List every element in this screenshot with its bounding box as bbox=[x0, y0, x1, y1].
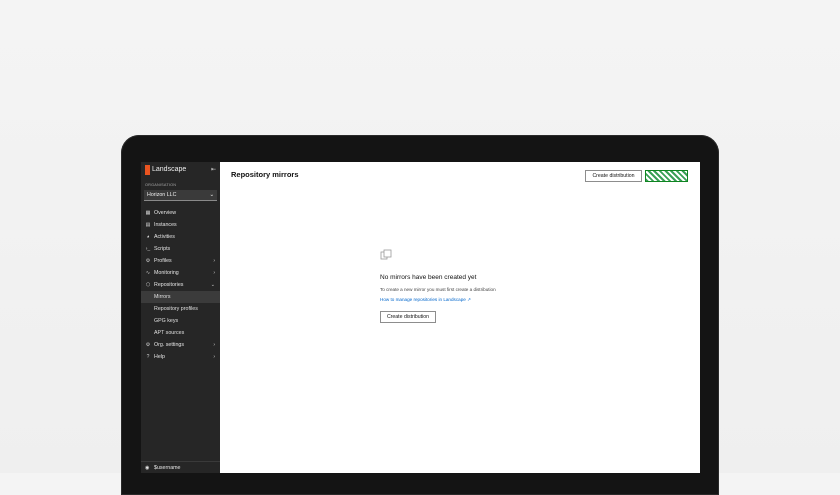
chevron-right-icon: › bbox=[213, 258, 215, 264]
sidebar-item-label: Monitoring bbox=[154, 270, 179, 276]
sidebar-item-label: Profiles bbox=[154, 258, 172, 264]
sidebar: Landscape ⇤ ORGANISATION Horizon LLC ⌄ ▦… bbox=[141, 162, 220, 473]
sidebar-item-label: Repositories bbox=[154, 282, 184, 288]
username: $username bbox=[154, 464, 181, 471]
help-icon: ? bbox=[146, 354, 150, 360]
chevron-down-icon: ⌄ bbox=[210, 282, 215, 288]
sidebar-item-overview[interactable]: ▦ Overview bbox=[141, 207, 220, 219]
main-content: Repository mirrors Create distribution N… bbox=[220, 162, 700, 473]
chevron-right-icon: › bbox=[213, 270, 215, 276]
sidebar-item-profiles[interactable]: ⚙ Profiles › bbox=[141, 255, 220, 267]
sidebar-item-mirrors[interactable]: Mirrors bbox=[141, 291, 220, 303]
create-distribution-button[interactable]: Create distribution bbox=[585, 170, 642, 182]
sidebar-item-label: Help bbox=[154, 354, 165, 360]
sidebar-item-scripts[interactable]: ›_ Scripts bbox=[141, 243, 220, 255]
landscape-logo-icon bbox=[145, 164, 150, 175]
activities-icon: ◕ bbox=[146, 234, 150, 240]
instances-icon: ▤ bbox=[145, 222, 151, 228]
scripts-icon: ›_ bbox=[145, 246, 151, 252]
external-link-icon: ↗ bbox=[467, 297, 471, 302]
sidebar-item-apt-sources[interactable]: APT sources bbox=[141, 327, 220, 339]
sidebar-item-label: Scripts bbox=[154, 246, 171, 252]
sidebar-item-label: Instances bbox=[154, 222, 177, 228]
sidebar-item-repositories[interactable]: ⬡ Repositories ⌄ bbox=[141, 279, 220, 291]
app-logo[interactable]: Landscape bbox=[141, 162, 220, 177]
empty-state: No mirrors have been created yet To crea… bbox=[380, 249, 640, 323]
cursor-highlight bbox=[645, 170, 688, 182]
page-title: Repository mirrors bbox=[231, 170, 299, 179]
sidebar-item-org-settings[interactable]: ⚙ Org. settings › bbox=[141, 339, 220, 351]
manage-repositories-link[interactable]: How to manage repositories in Landscape … bbox=[380, 297, 640, 303]
sidebar-item-help[interactable]: ? Help › bbox=[141, 351, 220, 363]
org-select[interactable]: Horizon LLC ⌄ bbox=[144, 190, 217, 201]
sidebar-item-label: Activities bbox=[154, 234, 175, 240]
collapse-icon[interactable]: ⇤ bbox=[211, 166, 216, 173]
profiles-icon: ⚙ bbox=[145, 258, 151, 264]
sidebar-item-repository-profiles[interactable]: Repository profiles bbox=[141, 303, 220, 315]
chevron-down-icon: ⌄ bbox=[209, 192, 214, 198]
settings-icon: ⚙ bbox=[145, 342, 151, 348]
sidebar-item-instances[interactable]: ▤ Instances bbox=[141, 219, 220, 231]
sidebar-item-monitoring[interactable]: ∿ Monitoring › bbox=[141, 267, 220, 279]
sidebar-item-label: Overview bbox=[154, 210, 177, 216]
package-icon bbox=[380, 249, 392, 260]
app-screen: Landscape ⇤ ORGANISATION Horizon LLC ⌄ ▦… bbox=[141, 162, 700, 473]
overview-icon: ▦ bbox=[145, 210, 151, 216]
org-select-value: Horizon LLC bbox=[147, 192, 177, 198]
sidebar-item-activities[interactable]: ◕ Activities bbox=[141, 231, 220, 243]
monitoring-icon: ∿ bbox=[145, 270, 151, 276]
chevron-right-icon: › bbox=[213, 354, 215, 360]
empty-state-title: No mirrors have been created yet bbox=[380, 274, 477, 281]
repositories-icon: ⬡ bbox=[145, 282, 151, 288]
app-name: Landscape bbox=[152, 166, 187, 173]
chevron-right-icon: › bbox=[213, 342, 215, 348]
link-text: How to manage repositories in Landscape bbox=[380, 297, 466, 302]
sidebar-user[interactable]: ◉ $username bbox=[141, 461, 220, 473]
user-icon: ◉ bbox=[145, 464, 150, 471]
sidebar-item-gpg-keys[interactable]: GPG keys bbox=[141, 315, 220, 327]
sidebar-item-label: Org. settings bbox=[154, 342, 185, 348]
empty-create-distribution-button[interactable]: Create distribution bbox=[380, 311, 436, 323]
empty-state-description: To create a new mirror you must first cr… bbox=[380, 287, 496, 292]
org-label: ORGANISATION bbox=[145, 183, 177, 187]
